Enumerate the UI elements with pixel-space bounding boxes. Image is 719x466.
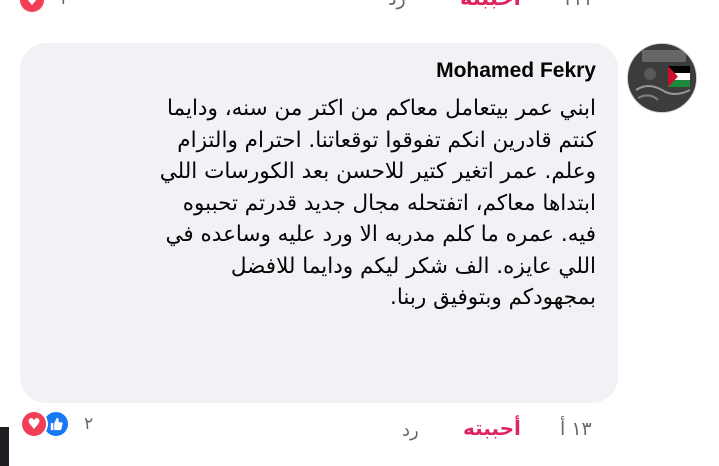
avatar[interactable] (627, 43, 697, 113)
comment-thread: ♥ ١ رد أحببته ١١١ Mohamed Fekry ابني عمر… (0, 0, 719, 466)
edge-divider (0, 427, 9, 466)
comment-line: كنتم قادرين انكم تفوقوا توقعاتنا. احترام… (177, 127, 596, 153)
heart-icon: ♥ (18, 0, 46, 14)
reaction-summary[interactable]: ♥ (20, 410, 70, 438)
avatar-image (628, 44, 696, 112)
comment-line: وعلم. عمر اتغير كتير للاحسن بعد الكورسات… (159, 159, 596, 184)
comment-author[interactable]: Mohamed Fekry (436, 59, 596, 83)
comment-timestamp[interactable]: ١٣ أ (560, 418, 592, 440)
heart-icon: ♥ (20, 410, 48, 438)
comment-actions: ♥ ٢ رد أحببته ١٣ أ (0, 408, 719, 452)
previous-timestamp[interactable]: ١١١ (562, 0, 593, 10)
reaction-count[interactable]: ٢ (84, 414, 93, 434)
reply-button[interactable]: رد (402, 420, 419, 441)
comment-line: فيه. عمره ما كلم مدربه الا ورد عليه وساع… (165, 222, 596, 247)
comment-text: ابني عمر بيتعامل معاكم من اكتر من سنه، و… (40, 93, 596, 314)
comment-line: ابتداها معاكم، اتفتحله مجال جديد قدرتم ت… (182, 190, 596, 216)
previous-comment-actions: ♥ ١ رد أحببته ١١١ (0, 0, 719, 16)
like-button[interactable]: أحببته (463, 416, 521, 440)
comment-line: اللي عايزه. الف شكر ليكم ودايما للافضل (230, 253, 596, 279)
previous-like-button[interactable]: أحببته (460, 0, 521, 10)
comment-bubble: Mohamed Fekry ابني عمر بيتعامل معاكم من … (20, 43, 618, 403)
previous-reply-button[interactable]: رد (388, 0, 406, 10)
comment-line: ابني عمر بيتعامل معاكم من اكتر من سنه، و… (166, 96, 596, 121)
previous-reactions[interactable]: ♥ (18, 0, 46, 14)
comment-line: بمجهودكم وبتوفيق ربنا. (390, 285, 596, 310)
previous-reaction-count[interactable]: ١ (58, 0, 68, 9)
